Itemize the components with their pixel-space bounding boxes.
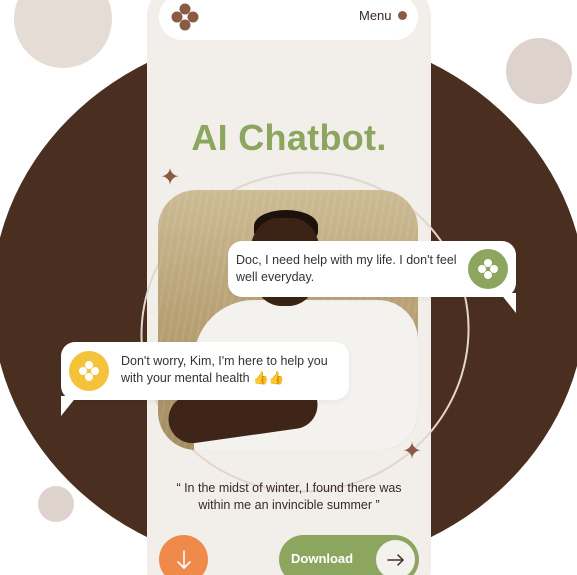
page-title: AI Chatbot. [191,117,387,158]
user-chat-bubble: Doc, I need help with my life. I don't f… [228,241,516,313]
four-dot-flower-icon [478,259,498,279]
decorative-blob [14,0,112,68]
bot-avatar [69,351,109,391]
sparkle-icon: ✦ [160,164,181,191]
decorative-blob [38,486,74,522]
four-dot-flower-icon[interactable] [170,3,200,31]
bot-message: Don't worry, Kim, I'm here to help you w… [121,354,328,385]
menu-dot-icon [397,11,407,20]
hero-photo [158,190,418,450]
download-arrow-circle [376,540,415,575]
user-avatar [468,249,508,289]
menu-label: Menu [359,8,392,23]
arrow-down-icon [176,549,191,569]
arrow-right-icon [386,553,404,566]
scroll-down-button[interactable] [159,535,208,575]
download-label: Download [291,551,354,566]
decorative-blob [506,38,572,104]
quote-text: “ In the midst of winter, I found there … [176,481,402,512]
download-button[interactable]: Download [279,535,419,575]
user-message: Doc, I need help with my life. I don't f… [236,253,457,284]
menu-button[interactable]: Menu [359,8,407,23]
bot-chat-bubble: Don't worry, Kim, I'm here to help you w… [61,342,349,416]
four-dot-flower-icon [79,361,99,381]
